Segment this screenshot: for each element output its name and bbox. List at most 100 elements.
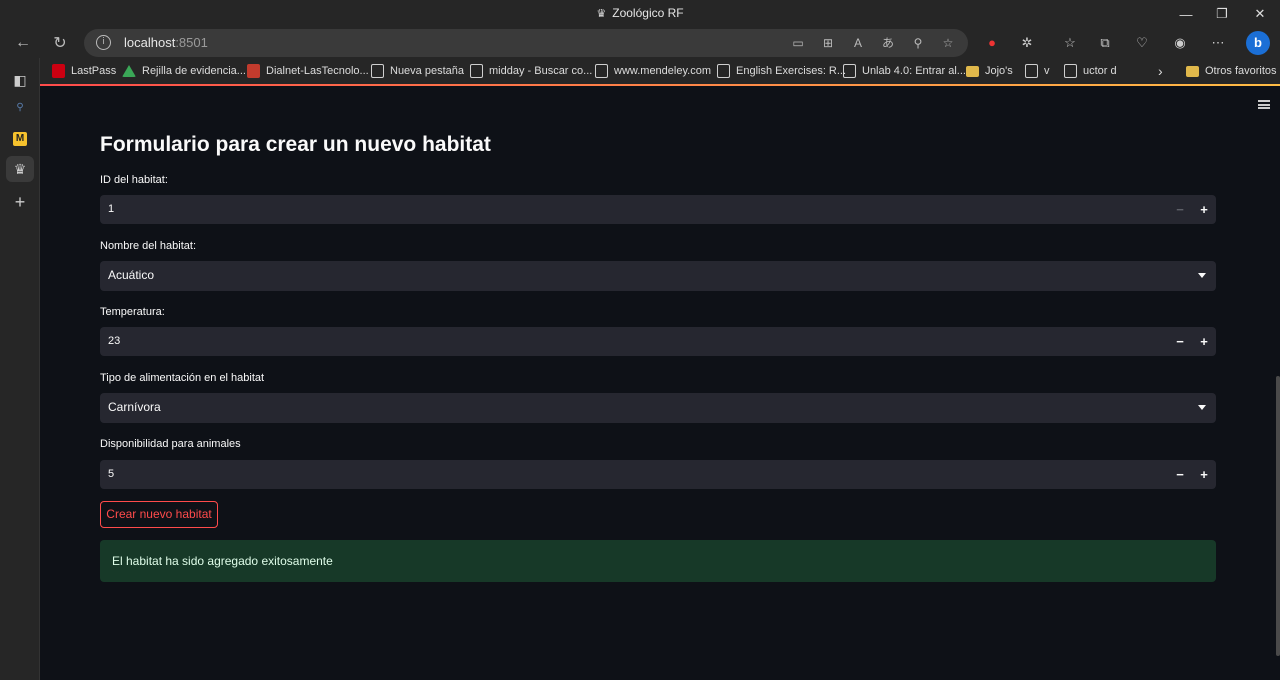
new-tab-plus-icon[interactable]: + <box>10 192 30 212</box>
bookmark-dialnet[interactable]: Dialnet-LasTecnolo... <box>247 63 369 79</box>
bookmark-label: www.mendeley.com <box>614 65 711 77</box>
bookmark-jojos[interactable]: Jojo's <box>966 63 1013 79</box>
success-alert: El habitat ha sido agregado exitosamente <box>100 540 1216 582</box>
id-increment-button[interactable]: + <box>1192 195 1216 224</box>
extension-red-icon[interactable]: ● <box>982 33 1002 53</box>
miro-tab-icon[interactable]: M <box>13 132 27 146</box>
availability-increment-button[interactable]: + <box>1192 460 1216 489</box>
tab-actions-icon[interactable]: ◧ <box>10 70 30 90</box>
availability-decrement-button[interactable]: − <box>1168 460 1192 489</box>
main-menu-icon[interactable] <box>1258 100 1270 109</box>
bookmark-unlab[interactable]: Unlab 4.0: Entrar al... <box>843 63 966 79</box>
back-button[interactable]: ← <box>10 31 36 55</box>
bookmark-nueva-pestana[interactable]: Nueva pestaña <box>371 63 464 79</box>
streamlit-tab-icon[interactable]: ♛ <box>6 156 34 182</box>
bookmark-uctor[interactable]: uctor d <box>1064 63 1117 79</box>
success-message: El habitat ha sido agregado exitosamente <box>112 554 333 568</box>
close-window-button[interactable]: ✕ <box>1240 0 1280 28</box>
id-value[interactable]: 1 <box>108 203 114 215</box>
url-host: localhost <box>124 35 176 50</box>
bookmark-label: v <box>1044 65 1050 77</box>
page-icon <box>470 64 483 78</box>
create-habitat-button[interactable]: Crear nuevo habitat <box>100 501 218 528</box>
temperature-number-input[interactable]: 23 − + <box>100 327 1216 356</box>
chevron-down-icon[interactable] <box>1198 405 1206 410</box>
chevron-down-icon[interactable] <box>1198 273 1206 278</box>
bookmarks-bar: LastPass Rejilla de evidencia... Dialnet… <box>0 58 1280 84</box>
page-icon <box>1064 64 1077 78</box>
page-icon <box>717 64 730 78</box>
favorites-icon[interactable]: ☆ <box>1060 33 1080 53</box>
availability-number-input[interactable]: 5 − + <box>100 460 1216 489</box>
translate-icon[interactable]: あ <box>880 35 896 51</box>
address-bar[interactable]: i localhost:8501 ▭ ⊞ A あ ⚲ ☆ <box>84 29 968 57</box>
scrollbar[interactable] <box>1276 376 1280 656</box>
extensions-grid-icon[interactable]: ⊞ <box>820 35 836 51</box>
read-aloud-icon[interactable]: A <box>850 35 866 51</box>
google-drive-icon <box>122 65 136 77</box>
bookmark-mendeley[interactable]: www.mendeley.com <box>595 63 711 79</box>
temperature-increment-button[interactable]: + <box>1192 327 1216 356</box>
page-icon <box>1025 64 1038 78</box>
bookmark-lastpass[interactable]: LastPass <box>52 63 116 79</box>
page-icon <box>371 64 384 78</box>
name-label: Nombre del habitat: <box>100 240 196 252</box>
id-decrement-button[interactable]: − <box>1168 195 1192 224</box>
window-titlebar: ♛ Zoológico RF — ❐ ✕ <box>0 0 1280 28</box>
bookmark-label: LastPass <box>71 65 117 77</box>
temperature-decrement-button[interactable]: − <box>1168 327 1192 356</box>
bookmark-english-exercises[interactable]: English Exercises: R... <box>717 63 846 79</box>
id-label: ID del habitat: <box>100 174 168 186</box>
availability-value[interactable]: 5 <box>108 468 114 480</box>
app-available-icon[interactable]: ▭ <box>790 35 806 51</box>
bookmark-label: uctor d <box>1083 65 1117 77</box>
bookmark-label: Nueva pestaña <box>390 65 464 77</box>
page-icon <box>595 64 608 78</box>
bookmark-label: Jojo's <box>985 65 1013 77</box>
bookmark-label: English Exercises: R... <box>736 65 847 77</box>
food-type-label: Tipo de alimentación en el habitat <box>100 372 265 384</box>
minimize-button[interactable]: — <box>1166 0 1206 28</box>
add-favorite-icon[interactable]: ☆ <box>940 35 956 51</box>
pdf-icon <box>247 64 260 78</box>
app-main: Formulario para crear un nuevo habitat I… <box>40 86 1280 680</box>
bookmark-label: Rejilla de evidencia... <box>142 65 246 77</box>
bookmark-v[interactable]: v <box>1025 63 1050 79</box>
food-type-selected-value: Carnívora <box>108 400 161 414</box>
id-number-input[interactable]: 1 − + <box>100 195 1216 224</box>
info-icon[interactable]: i <box>96 35 111 50</box>
search-tabs-icon[interactable]: ⚲ <box>10 98 30 118</box>
availability-label: Disponibilidad para animales <box>100 438 241 450</box>
bookmarks-overflow-chevron-icon[interactable]: › <box>1158 63 1163 79</box>
url-port: :8501 <box>175 35 208 50</box>
bookmark-label: Dialnet-LasTecnolo... <box>266 65 369 77</box>
bookmark-rejilla[interactable]: Rejilla de evidencia... <box>122 63 246 79</box>
food-type-select[interactable]: Carnívora <box>100 393 1216 423</box>
bookmark-otros-favoritos[interactable]: Otros favoritos <box>1186 63 1277 79</box>
folder-icon <box>966 65 979 77</box>
collections-icon[interactable]: ⧉ <box>1095 33 1115 53</box>
bookmark-label: Unlab 4.0: Entrar al... <box>862 65 966 77</box>
window-title-text: Zoológico RF <box>612 6 684 20</box>
extensions-icon[interactable]: ✲ <box>1017 33 1037 53</box>
bookmark-label: midday - Buscar co... <box>489 65 593 77</box>
page-title: Formulario para crear un nuevo habitat <box>100 133 491 156</box>
bookmark-label: Otros favoritos <box>1205 65 1277 77</box>
more-options-icon[interactable]: ⋯ <box>1208 33 1228 53</box>
page-icon <box>843 64 856 78</box>
refresh-button[interactable]: ↻ <box>47 31 73 55</box>
temperature-value[interactable]: 23 <box>108 335 120 347</box>
bing-copilot-icon[interactable]: b <box>1246 31 1270 55</box>
temperature-label: Temperatura: <box>100 306 165 318</box>
browser-toolbar: ← ↻ i localhost:8501 ▭ ⊞ A あ ⚲ ☆ ● ✲ ☆ ⧉… <box>0 28 1280 58</box>
vertical-tab-strip: ◧ ⚲ M ♛ + <box>0 58 40 680</box>
maximize-button[interactable]: ❐ <box>1202 0 1242 28</box>
folder-icon <box>1186 65 1199 77</box>
zoom-icon[interactable]: ⚲ <box>910 35 926 51</box>
name-select[interactable]: Acuático <box>100 261 1216 291</box>
crown-icon: ♛ <box>596 8 607 20</box>
window-title: ♛ Zoológico RF <box>0 6 1280 20</box>
browser-essentials-icon[interactable]: ♡ <box>1132 33 1152 53</box>
bookmark-midday[interactable]: midday - Buscar co... <box>470 63 592 79</box>
profile-avatar[interactable]: ◉ <box>1170 33 1190 53</box>
